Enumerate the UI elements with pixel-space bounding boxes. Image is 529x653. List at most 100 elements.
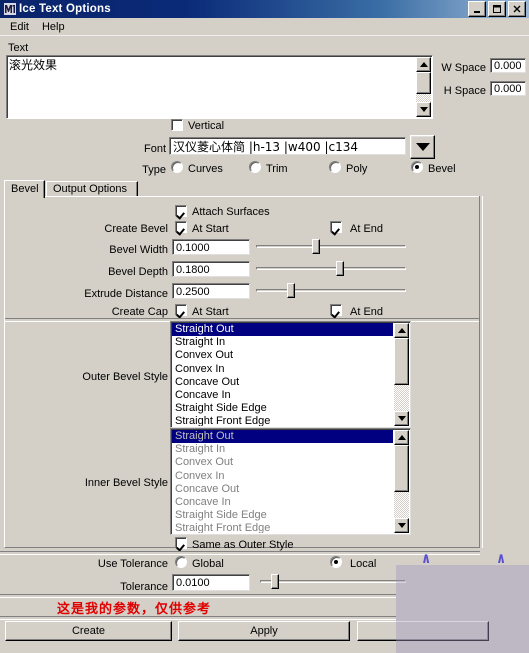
bevel-depth-input[interactable]: 0.1800 bbox=[172, 261, 250, 277]
create-bevel-at-end-checkbox[interactable] bbox=[330, 221, 342, 233]
minimize-button[interactable] bbox=[468, 1, 486, 17]
text-input-area[interactable]: 滚光效果 bbox=[6, 55, 433, 119]
type-label-bevel: Bevel bbox=[428, 163, 456, 175]
bevel-width-input[interactable]: 0.1000 bbox=[172, 239, 250, 255]
list-item[interactable]: Straight Out bbox=[172, 323, 393, 337]
create-cap-at-start-checkbox[interactable] bbox=[175, 304, 187, 316]
list-item[interactable]: Concave Out bbox=[172, 376, 393, 389]
inner-list-scrollbar[interactable] bbox=[394, 430, 409, 533]
slider-thumb[interactable] bbox=[270, 574, 279, 589]
extrude-distance-input[interactable]: 0.2500 bbox=[172, 283, 250, 299]
list-item[interactable]: Straight In bbox=[172, 443, 393, 456]
create-button[interactable]: Create bbox=[5, 621, 172, 641]
extrude-distance-slider[interactable] bbox=[256, 283, 406, 299]
scroll-up-icon[interactable] bbox=[394, 430, 409, 445]
use-tolerance-label-global: Global bbox=[192, 558, 224, 570]
tab-strip: Bevel Output Options bbox=[4, 180, 480, 198]
outer-list-scrollbar[interactable] bbox=[394, 323, 409, 426]
text-input-value: 滚光效果 bbox=[9, 58, 58, 72]
tab-bevel[interactable]: Bevel bbox=[4, 180, 45, 198]
scroll-up-icon[interactable] bbox=[394, 323, 409, 338]
use-tolerance-radio-local[interactable] bbox=[330, 556, 342, 568]
create-cap-at-end-checkbox[interactable] bbox=[330, 304, 342, 316]
list-item[interactable]: Straight Side Edge bbox=[172, 402, 393, 415]
inner-bevel-style-items[interactable]: Straight Out Straight In Convex Out Convex … bbox=[172, 430, 393, 533]
tolerance-slider[interactable] bbox=[260, 574, 406, 590]
scrollbar-thumb[interactable] bbox=[394, 338, 409, 385]
list-item[interactable]: Straight In bbox=[172, 336, 393, 349]
slider-track bbox=[260, 580, 406, 583]
list-item[interactable]: Concave In bbox=[172, 496, 393, 509]
list-item[interactable]: Straight Out bbox=[172, 430, 393, 444]
right-panel-divider bbox=[479, 196, 483, 548]
list-item[interactable]: Straight Front Edge bbox=[172, 415, 393, 426]
use-tolerance-radio-global[interactable] bbox=[175, 556, 187, 568]
list-item[interactable]: Straight Front Edge bbox=[172, 522, 393, 533]
vertical-label: Vertical bbox=[188, 120, 225, 132]
type-label-poly: Poly bbox=[346, 163, 368, 175]
outer-bevel-style-items[interactable]: Straight Out Straight In Convex Out Convex … bbox=[172, 323, 393, 426]
create-cap-at-start-label: At Start bbox=[192, 306, 229, 318]
list-item[interactable]: Convex Out bbox=[172, 456, 393, 469]
bevel-width-slider[interactable] bbox=[256, 239, 406, 255]
use-tolerance-label: Use Tolerance bbox=[97, 558, 168, 570]
scroll-down-icon[interactable] bbox=[394, 411, 409, 426]
tolerance-label: Tolerance bbox=[120, 581, 168, 593]
type-radio-trim[interactable] bbox=[249, 161, 261, 173]
vertical-checkbox[interactable] bbox=[171, 119, 183, 131]
divider-above-tolerance bbox=[0, 551, 480, 555]
outer-bevel-style-list[interactable]: Straight Out Straight In Convex Out Convex … bbox=[170, 321, 411, 428]
use-tolerance-label-local: Local bbox=[350, 558, 377, 570]
font-label: Font bbox=[143, 143, 166, 155]
chevron-down-icon bbox=[415, 143, 430, 151]
type-radio-curves[interactable] bbox=[171, 161, 183, 173]
type-radio-bevel[interactable] bbox=[411, 161, 423, 173]
bevel-depth-slider[interactable] bbox=[256, 261, 406, 277]
extrude-distance-label: Extrude Distance bbox=[84, 288, 168, 300]
outer-bevel-style-label: Outer Bevel Style bbox=[82, 371, 168, 383]
bevel-width-label: Bevel Width bbox=[109, 244, 168, 256]
font-input[interactable]: 汉仪菱心体简 |h-13 |w400 |c134 bbox=[169, 137, 406, 155]
list-item[interactable]: Convex In bbox=[172, 363, 393, 376]
type-label-curves: Curves bbox=[188, 163, 223, 175]
scroll-down-icon[interactable] bbox=[416, 102, 431, 117]
create-cap-label: Create Cap bbox=[111, 306, 168, 318]
title-bar: Ice Text Options bbox=[0, 0, 529, 18]
h-space-input[interactable]: 0.000 bbox=[490, 81, 526, 96]
inner-bevel-style-label: Inner Bevel Style bbox=[84, 477, 168, 489]
menu-bar: Edit Help bbox=[0, 18, 529, 36]
app-icon bbox=[3, 3, 16, 16]
window-controls bbox=[468, 1, 526, 17]
close-button[interactable] bbox=[508, 1, 526, 17]
font-dropdown-button[interactable] bbox=[410, 135, 435, 159]
same-as-outer-style-checkbox[interactable] bbox=[175, 537, 187, 549]
slider-thumb[interactable] bbox=[336, 261, 344, 276]
divider-above-buttons bbox=[0, 616, 396, 620]
attach-surfaces-checkbox[interactable] bbox=[175, 205, 187, 217]
list-item[interactable]: Straight Side Edge bbox=[172, 509, 393, 522]
list-item[interactable]: Convex Out bbox=[172, 349, 393, 362]
create-bevel-label: Create Bevel bbox=[104, 223, 168, 235]
w-space-input[interactable]: 0.000 bbox=[490, 58, 526, 73]
same-as-outer-style-label: Same as Outer Style bbox=[192, 539, 294, 551]
attach-surfaces-label: Attach Surfaces bbox=[192, 206, 270, 218]
list-item[interactable]: Convex In bbox=[172, 470, 393, 483]
maximize-button[interactable] bbox=[488, 1, 506, 17]
list-item[interactable]: Concave Out bbox=[172, 483, 393, 496]
scroll-down-icon[interactable] bbox=[394, 518, 409, 533]
type-radio-poly[interactable] bbox=[329, 161, 341, 173]
tab-output-options[interactable]: Output Options bbox=[46, 181, 138, 197]
create-bevel-at-start-checkbox[interactable] bbox=[175, 221, 187, 233]
tolerance-input[interactable]: 0.0100 bbox=[172, 574, 250, 591]
apply-button[interactable]: Apply bbox=[178, 621, 350, 641]
menu-edit[interactable]: Edit bbox=[6, 20, 38, 34]
ice-text-options-dialog: Ice Text Options Edit Help Text 滚光效果 W S… bbox=[0, 0, 529, 653]
slider-thumb[interactable] bbox=[312, 239, 320, 254]
menu-help[interactable]: Help bbox=[38, 20, 74, 34]
scrollbar-thumb[interactable] bbox=[394, 445, 409, 492]
slider-track bbox=[256, 245, 406, 248]
list-item[interactable]: Concave In bbox=[172, 389, 393, 402]
slider-thumb[interactable] bbox=[286, 283, 295, 298]
inner-bevel-style-list[interactable]: Straight Out Straight In Convex Out Convex … bbox=[170, 428, 411, 535]
window-title: Ice Text Options bbox=[19, 3, 111, 15]
